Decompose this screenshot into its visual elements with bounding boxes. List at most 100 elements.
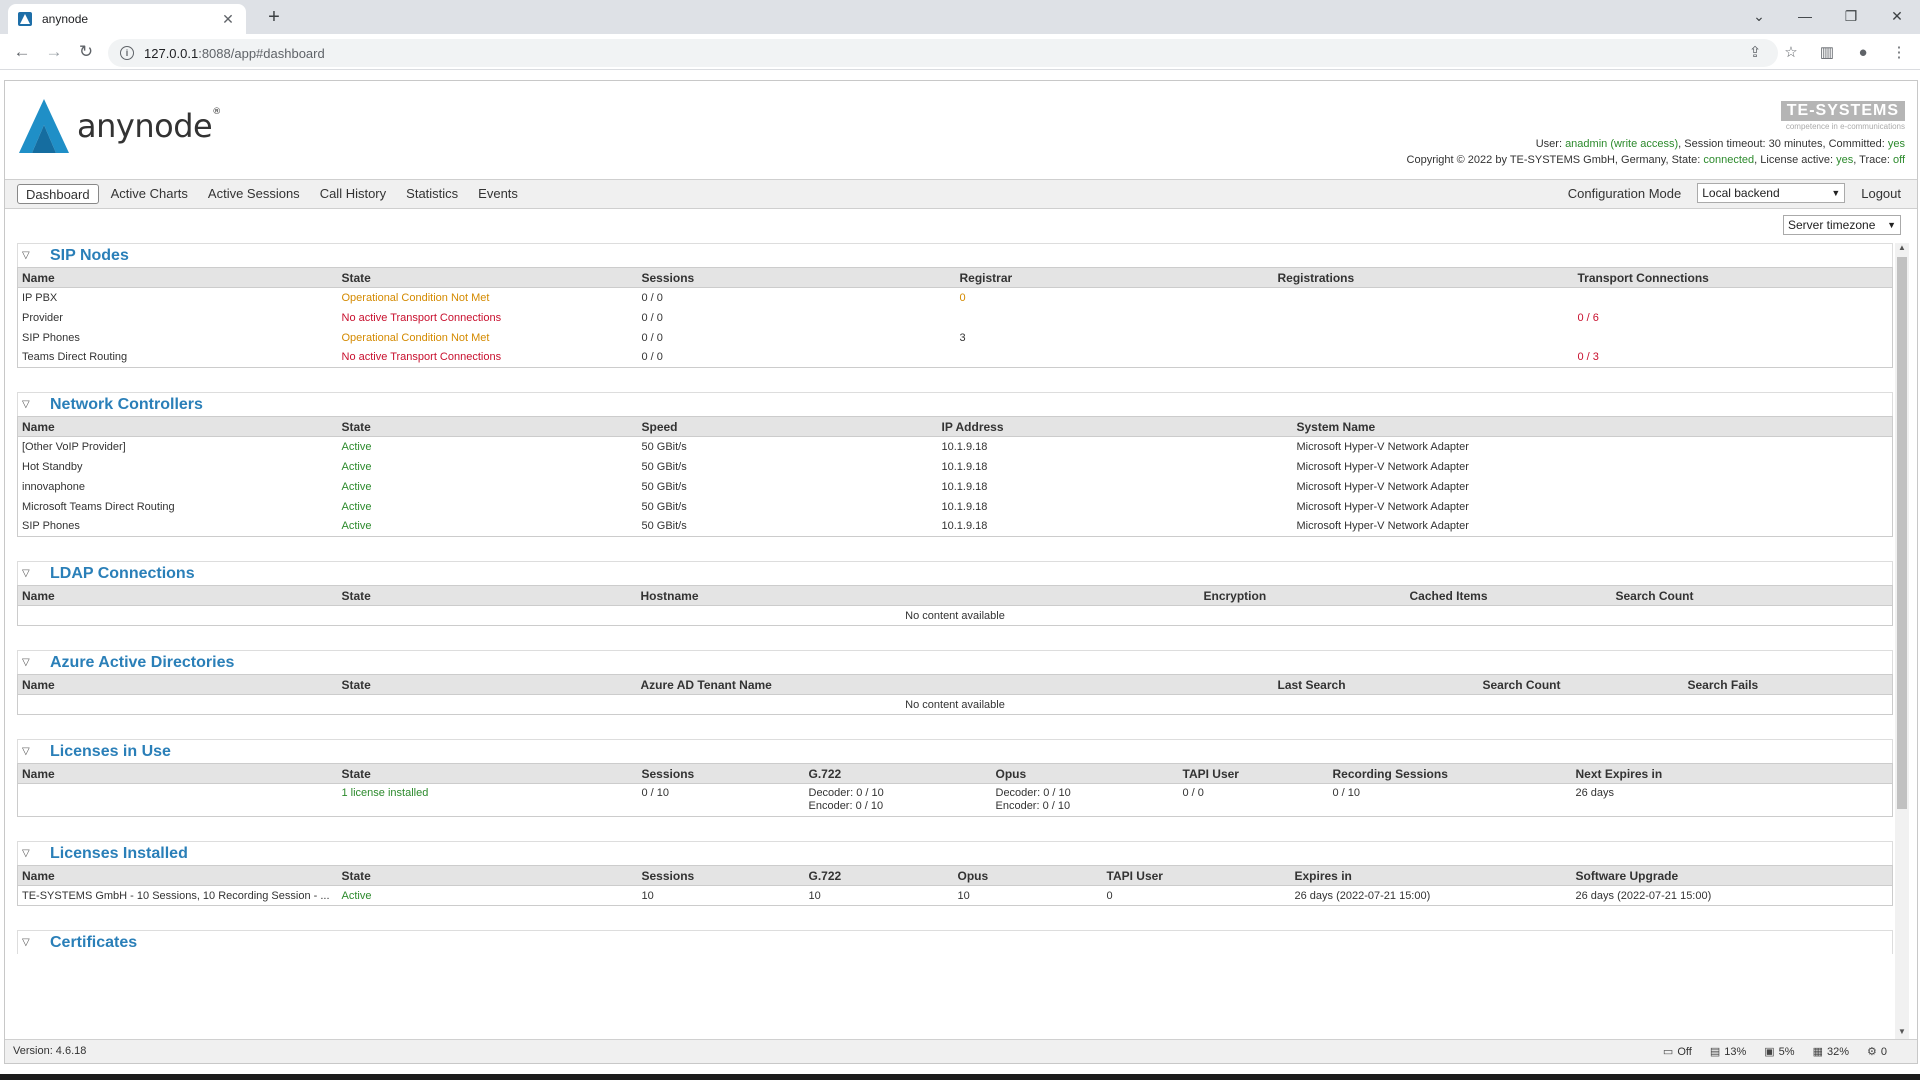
col-header: TAPI User	[1178, 763, 1329, 784]
side-panel-icon[interactable]: ▥	[1816, 41, 1838, 63]
network-controllers-table: Name State Speed IP Address System Name …	[17, 416, 1893, 537]
browser-menu-icon[interactable]: ⋮	[1888, 41, 1910, 63]
url-text: 127.0.0.1:8088/app#dashboard	[144, 45, 325, 61]
licenses-installed-header[interactable]: ▽ Licenses Installed	[17, 841, 1893, 865]
table-row[interactable]: innovaphone Active 50 GBit/s 10.1.9.18 M…	[18, 477, 1893, 497]
chevron-down-icon: ▼	[1831, 188, 1841, 198]
collapse-triangle-icon[interactable]: ▽	[22, 399, 36, 410]
brand-subtitle: competence in e-communications	[1785, 122, 1905, 131]
address-bar[interactable]: i 127.0.0.1:8088/app#dashboard	[108, 39, 1778, 67]
browser-toolbar: ← → ↻ i 127.0.0.1:8088/app#dashboard ⇪ ☆…	[0, 34, 1920, 70]
table-row[interactable]: SIP Phones Operational Condition Not Met…	[18, 328, 1893, 348]
os-taskbar-edge	[0, 1074, 1920, 1080]
table-row[interactable]: SIP Phones Active 50 GBit/s 10.1.9.18 Mi…	[18, 517, 1893, 537]
col-header: State	[337, 416, 638, 437]
bookmark-star-icon[interactable]: ☆	[1780, 41, 1802, 63]
col-header: State	[337, 267, 638, 288]
tab-close-icon[interactable]: ✕	[220, 11, 236, 28]
collapse-triangle-icon[interactable]: ▽	[22, 250, 36, 261]
dashboard-content: ▽ SIP Nodes Name State Sessions Registra…	[13, 243, 1905, 1039]
table-row[interactable]: Provider No active Transport Connections…	[18, 308, 1893, 328]
table-row[interactable]: Teams Direct Routing No active Transport…	[18, 348, 1893, 368]
memory-icon: ▦	[1812, 1046, 1823, 1058]
browser-tab[interactable]: anynode ✕	[8, 4, 246, 34]
close-window-icon[interactable]: ✕	[1874, 0, 1920, 32]
azure-active-directories-header[interactable]: ▽ Azure Active Directories	[17, 650, 1893, 674]
licenses-installed-section: ▽ Licenses Installed Name State Sessions…	[17, 841, 1893, 906]
back-arrow-icon[interactable]: ←	[10, 40, 34, 64]
collapse-triangle-icon[interactable]: ▽	[22, 848, 36, 859]
collapse-triangle-icon[interactable]: ▽	[22, 657, 36, 668]
configuration-mode-link[interactable]: Configuration Mode	[1568, 186, 1681, 201]
certificates-header[interactable]: ▽ Certificates	[17, 930, 1893, 954]
logout-link[interactable]: Logout	[1861, 186, 1901, 201]
col-header: Search Count	[1478, 674, 1684, 695]
table-row[interactable]: [Other VoIP Provider] Active 50 GBit/s 1…	[18, 437, 1893, 457]
share-icon[interactable]: ⇪	[1744, 41, 1766, 63]
main-menu-bar: Dashboard Active Charts Active Sessions …	[5, 179, 1917, 209]
app-status-bar: Version: 4.6.18 ▭ Off ▤ 13% ▣ 5% ▦ 32% ⚙ 0	[5, 1039, 1917, 1063]
sip-nodes-section: ▽ SIP Nodes Name State Sessions Registra…	[17, 243, 1893, 368]
reload-icon[interactable]: ↻	[74, 40, 98, 64]
timezone-select[interactable]: Server timezone ▼	[1783, 215, 1901, 235]
forward-arrow-icon[interactable]: →	[42, 40, 66, 64]
menu-active-charts[interactable]: Active Charts	[103, 184, 196, 204]
licenses-in-use-header[interactable]: ▽ Licenses in Use	[17, 739, 1893, 763]
col-header: Recording Sessions	[1328, 763, 1572, 784]
backend-select[interactable]: Local backend ▼	[1697, 183, 1846, 203]
menu-statistics[interactable]: Statistics	[398, 184, 466, 204]
network-controllers-section: ▽ Network Controllers Name State Speed I…	[17, 392, 1893, 537]
sip-nodes-header[interactable]: ▽ SIP Nodes	[17, 243, 1893, 267]
ldap-connections-section: ▽ LDAP Connections Name State Hostname E…	[17, 561, 1893, 626]
section-title: SIP Nodes	[50, 246, 129, 264]
tab-search-chevron-icon[interactable]: ⌄	[1736, 0, 1782, 32]
collapse-triangle-icon[interactable]: ▽	[22, 937, 36, 948]
copyright-status: Copyright © 2022 by TE-SYSTEMS GmbH, Ger…	[1406, 154, 1905, 166]
section-title: Licenses in Use	[50, 742, 171, 760]
user-session-status: User: anadmin (write access), Session ti…	[1535, 138, 1905, 150]
col-header: Name	[17, 416, 338, 437]
table-row[interactable]: Hot Standby Active 50 GBit/s 10.1.9.18 M…	[18, 457, 1893, 477]
vertical-scrollbar[interactable]: ▲ ▼	[1895, 243, 1909, 1039]
minimize-icon[interactable]: —	[1782, 0, 1828, 32]
menu-call-history[interactable]: Call History	[312, 184, 394, 204]
col-header: Transport Connections	[1573, 267, 1893, 288]
menu-dashboard[interactable]: Dashboard	[17, 184, 99, 204]
empty-row: No content available	[905, 698, 1005, 711]
section-title: Licenses Installed	[50, 844, 188, 862]
menu-active-sessions[interactable]: Active Sessions	[200, 184, 308, 204]
col-header: G.722	[804, 763, 992, 784]
licenses-in-use-section: ▽ Licenses in Use Name State Sessions G.…	[17, 739, 1893, 817]
col-header: Sessions	[637, 865, 805, 886]
scrollbar-thumb[interactable]	[1897, 257, 1907, 809]
col-header: Name	[17, 267, 338, 288]
browser-tab-bar: anynode ✕ + ⌄ — ❐ ✕	[0, 0, 1920, 34]
scroll-up-arrow-icon[interactable]: ▲	[1895, 243, 1909, 255]
col-header: TAPI User	[1102, 865, 1291, 886]
scroll-down-arrow-icon[interactable]: ▼	[1895, 1027, 1909, 1039]
anynode-favicon-icon	[18, 12, 32, 26]
network-controllers-header[interactable]: ▽ Network Controllers	[17, 392, 1893, 416]
site-info-icon[interactable]: i	[120, 46, 134, 60]
col-header: Registrar	[955, 267, 1274, 288]
ldap-connections-header[interactable]: ▽ LDAP Connections	[17, 561, 1893, 585]
disk-usage: ▤ 13%	[1709, 1046, 1747, 1058]
profile-avatar-icon[interactable]: ●	[1852, 41, 1874, 63]
logo-text: anynode®	[77, 107, 221, 145]
table-row[interactable]: TE-SYSTEMS GmbH - 10 Sessions, 10 Record…	[18, 886, 1893, 906]
table-row[interactable]: 1 license installed 0 / 10 Decoder: 0 / …	[18, 784, 1893, 817]
table-row[interactable]: IP PBX Operational Condition Not Met 0 /…	[18, 288, 1893, 308]
collapse-triangle-icon[interactable]: ▽	[22, 746, 36, 757]
licenses-in-use-table: Name State Sessions G.722 Opus TAPI User…	[17, 763, 1893, 817]
restore-icon[interactable]: ❐	[1828, 0, 1874, 32]
trace-status: ▭ Off	[1662, 1046, 1692, 1058]
collapse-triangle-icon[interactable]: ▽	[22, 568, 36, 579]
empty-row: No content available	[905, 609, 1005, 622]
col-header: Hostname	[636, 585, 1200, 606]
cpu-icon: ▣	[1764, 1046, 1775, 1058]
table-row[interactable]: Microsoft Teams Direct Routing Active 50…	[18, 497, 1893, 517]
col-header: Name	[17, 865, 338, 886]
menu-events[interactable]: Events	[470, 184, 526, 204]
col-header: Speed	[637, 416, 938, 437]
new-tab-plus-icon[interactable]: +	[262, 6, 286, 29]
